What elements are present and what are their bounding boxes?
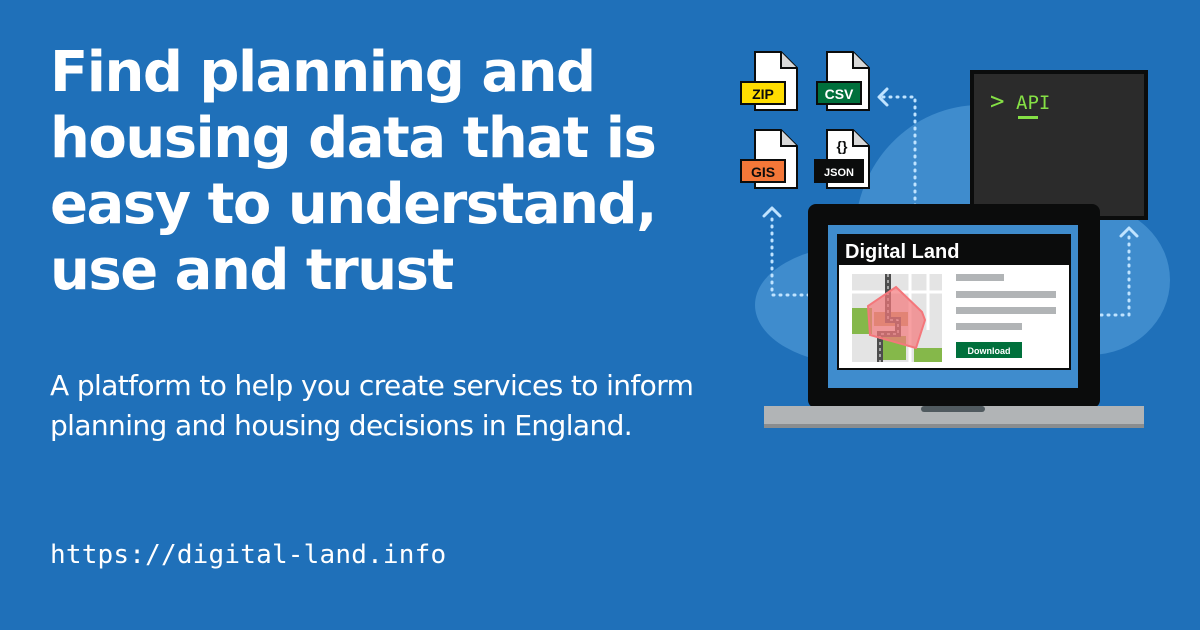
gis-file-label: GIS — [751, 164, 775, 180]
laptop: Digital Land Download — [764, 204, 1144, 428]
terminal-command: API — [1016, 92, 1050, 114]
map-thumbnail — [852, 274, 942, 362]
download-button-label: Download — [968, 346, 1011, 356]
terminal-cursor — [1018, 116, 1038, 119]
csv-file-label: CSV — [825, 86, 854, 102]
terminal-prompt-icon: > — [990, 87, 1004, 115]
headline: Find planning and housing data that is e… — [50, 40, 657, 303]
json-file-icon: {} JSON — [814, 129, 870, 189]
gis-file-icon: GIS — [740, 129, 798, 189]
download-button[interactable]: Download — [956, 342, 1022, 358]
json-braces-icon: {} — [837, 138, 848, 154]
csv-file-icon: CSV — [816, 51, 870, 111]
trackpad-notch — [921, 406, 985, 412]
api-terminal: > API — [970, 70, 1148, 220]
zip-file-icon: ZIP — [740, 51, 798, 111]
subheading: A platform to help you create services t… — [50, 369, 694, 442]
zip-file-label: ZIP — [752, 86, 774, 102]
json-file-label: JSON — [824, 167, 854, 179]
illustration: ZIP CSV GIS {} JSON > API Digital Land D… — [730, 30, 1170, 450]
site-url: https://digital-land.info — [50, 540, 447, 570]
laptop-screen-title: Digital Land — [845, 241, 959, 263]
